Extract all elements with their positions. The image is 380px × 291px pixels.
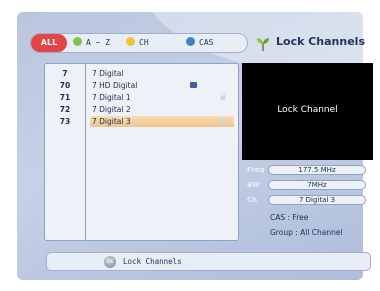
freq-label: Freq [247,166,265,174]
help-bar-label: Lock Channels [123,257,182,266]
channel-number: 73 [59,117,71,126]
channel-number: 72 [59,105,71,114]
channel-name: 7 Digital 1 [92,93,131,102]
filter-az-label: A ~ Z [86,38,111,47]
channel-row[interactable]: 7 Digital 2 [90,104,234,115]
filter-cas-label: CAS [199,38,214,47]
group-status: Group : All Channel [270,228,343,237]
channel-row-selected[interactable]: 7 Digital 3 [90,116,234,127]
channel-name: 7 HD Digital [92,81,138,90]
cas-status: CAS : Free [270,213,309,222]
filter-az-button[interactable]: A ~ Z [73,34,110,52]
lock-channels-icon [257,38,269,51]
help-bar: OK Lock Channels [46,252,371,271]
filter-bar: ALL A ~ Z CH CAS [30,33,248,53]
bw-label: BW [247,181,260,189]
green-button-icon [73,37,82,46]
filter-cas-button[interactable]: CAS [186,34,213,52]
channel-number: 7 [62,69,68,78]
channel-row[interactable]: 7 Digital 1 [90,92,234,103]
channel-number: 71 [59,93,71,102]
bw-value: 7MHz [268,180,366,190]
channel-row[interactable]: 7 HD Digital [90,80,234,91]
lock-icon [220,93,226,100]
blue-button-icon [186,37,195,46]
channel-row[interactable]: 7 Digital [90,68,234,79]
ch-label: Ch [247,196,258,204]
yellow-button-icon [126,37,135,46]
channel-list: 7 7 Digital 70 7 HD Digital 71 7 Digital… [44,63,239,241]
lock-icon [220,117,226,124]
filter-ch-button[interactable]: CH [126,34,149,52]
filter-ch-label: CH [139,38,149,47]
video-preview: Lock Channel [242,63,373,160]
freq-value: 177.5 MHz [268,165,366,175]
page-title: Lock Channels [276,35,365,48]
ch-value: 7 Digital 3 [268,195,366,205]
preview-message: Lock Channel [277,105,338,115]
channel-name: 7 Digital [92,69,124,78]
filter-all-button[interactable]: ALL [31,34,67,52]
ok-button-icon: OK [104,256,116,268]
channel-number: 70 [59,81,71,90]
channel-name: 7 Digital 3 [92,117,131,126]
hd-icon [190,82,197,88]
channel-name: 7 Digital 2 [92,105,131,114]
